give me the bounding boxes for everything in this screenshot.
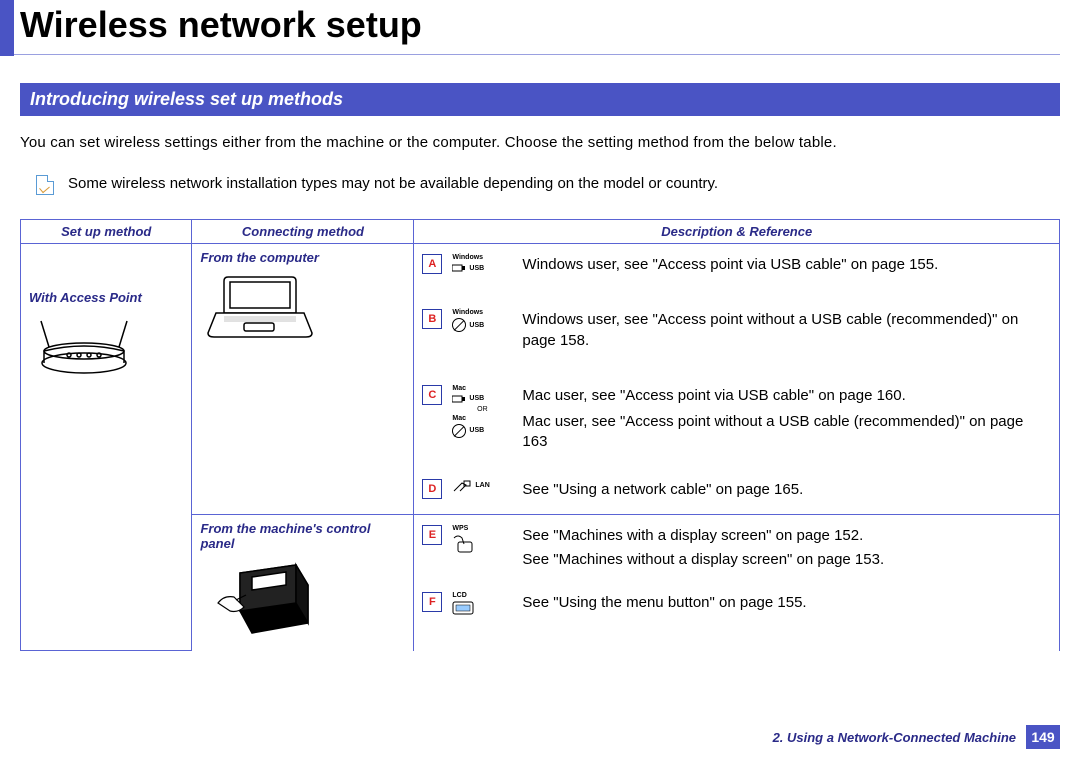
cell-desc-panel: E WPS See "Machines with a display scree… bbox=[414, 514, 1060, 651]
conn-label-text: USB bbox=[469, 395, 484, 402]
cell-setup-method: With Access Point bbox=[21, 244, 192, 651]
desc-row-d: D LAN See "Using a network cable" on pag… bbox=[422, 475, 1051, 508]
desc-text-c1: Mac user, see "Access point via USB cabl… bbox=[522, 386, 1051, 406]
desc-row-b: B Windows USB Windows user, see "Access … bbox=[422, 305, 1051, 381]
desc-text-b: Windows user, see "Access point without … bbox=[522, 309, 1051, 351]
desc-text-e2: See "Machines without a display screen" … bbox=[522, 550, 884, 570]
desc-text-a: Windows user, see "Access point via USB … bbox=[522, 254, 938, 275]
section-heading: Introducing wireless set up methods bbox=[20, 83, 1060, 116]
from-computer-label: From the computer bbox=[200, 250, 405, 265]
mini-icons-f: LCD bbox=[452, 592, 512, 615]
usb-plug-icon bbox=[452, 394, 466, 404]
cell-from-panel: From the machine's control panel bbox=[192, 514, 414, 651]
mini-icons-b: Windows USB bbox=[452, 309, 512, 332]
conn-label-text: WPS bbox=[452, 525, 468, 532]
badge-f: F bbox=[422, 592, 442, 612]
intro-text: You can set wireless settings either fro… bbox=[20, 134, 1060, 151]
note-text: Some wireless network installation types… bbox=[68, 175, 718, 192]
conn-label-text: LCD bbox=[452, 592, 466, 599]
methods-table: Set up method Connecting method Descript… bbox=[20, 219, 1060, 651]
or-label: OR bbox=[477, 406, 488, 413]
from-panel-label: From the machine's control panel bbox=[200, 521, 405, 551]
conn-label-text: USB bbox=[469, 265, 484, 272]
badge-d: D bbox=[422, 479, 442, 499]
mini-icons-e: WPS bbox=[452, 525, 512, 554]
printer-icon bbox=[200, 555, 320, 645]
note-icon bbox=[36, 175, 54, 195]
page-number: 149 bbox=[1026, 725, 1060, 749]
page-title: Wireless network setup bbox=[0, 0, 1080, 54]
th-connecting: Connecting method bbox=[192, 220, 414, 244]
badge-a: A bbox=[422, 254, 442, 274]
os-label: Mac bbox=[452, 415, 466, 422]
desc-text-f: See "Using the menu button" on page 155. bbox=[522, 592, 806, 613]
badge-c: C bbox=[422, 385, 442, 405]
os-label: Mac bbox=[452, 385, 466, 392]
mini-icons-a: Windows USB bbox=[452, 254, 512, 273]
cell-from-computer: From the computer bbox=[192, 244, 414, 515]
desc-row-f: F LCD See "Using the menu button" on pag… bbox=[422, 588, 1051, 619]
conn-label-text: USB bbox=[469, 322, 484, 329]
title-accent-bar bbox=[0, 0, 14, 56]
lcd-icon bbox=[452, 601, 474, 615]
mini-icons-c: Mac USB OR Mac USB bbox=[452, 385, 512, 438]
mini-icons-d: LAN bbox=[452, 479, 512, 493]
desc-text-d: See "Using a network cable" on page 165. bbox=[522, 479, 803, 500]
badge-e: E bbox=[422, 525, 442, 545]
conn-label-text: LAN bbox=[475, 482, 489, 489]
usb-plug-icon bbox=[452, 263, 466, 273]
cell-desc-computer: A Windows USB Windows user, see "Access … bbox=[414, 244, 1060, 515]
note-row: Some wireless network installation types… bbox=[20, 175, 1060, 219]
router-icon bbox=[29, 313, 139, 383]
os-label: Windows bbox=[452, 309, 483, 316]
th-setup: Set up method bbox=[21, 220, 192, 244]
desc-row-e: E WPS See "Machines with a display scree… bbox=[422, 521, 1051, 589]
page-footer: 2. Using a Network-Connected Machine 149 bbox=[773, 725, 1060, 749]
desc-text-c: Mac user, see "Access point via USB cabl… bbox=[522, 385, 1051, 453]
th-description: Description & Reference bbox=[414, 220, 1060, 244]
laptop-icon bbox=[200, 269, 320, 349]
badge-b: B bbox=[422, 309, 442, 329]
no-usb-icon bbox=[452, 424, 466, 438]
lan-plug-icon bbox=[452, 479, 472, 493]
footer-chapter: 2. Using a Network-Connected Machine bbox=[773, 730, 1016, 745]
desc-row-a: A Windows USB Windows user, see "Access … bbox=[422, 250, 1051, 305]
setup-label: With Access Point bbox=[29, 290, 183, 305]
desc-text-e1: See "Machines with a display screen" on … bbox=[522, 526, 884, 546]
desc-row-c: C Mac USB OR Mac USB bbox=[422, 381, 1051, 475]
no-usb-icon bbox=[452, 318, 466, 332]
desc-text-c2: Mac user, see "Access point without a US… bbox=[522, 412, 1051, 453]
wps-press-icon bbox=[452, 534, 476, 554]
conn-label-text: USB bbox=[469, 427, 484, 434]
os-label: Windows bbox=[452, 254, 483, 261]
desc-text-e: See "Machines with a display screen" on … bbox=[522, 525, 884, 571]
